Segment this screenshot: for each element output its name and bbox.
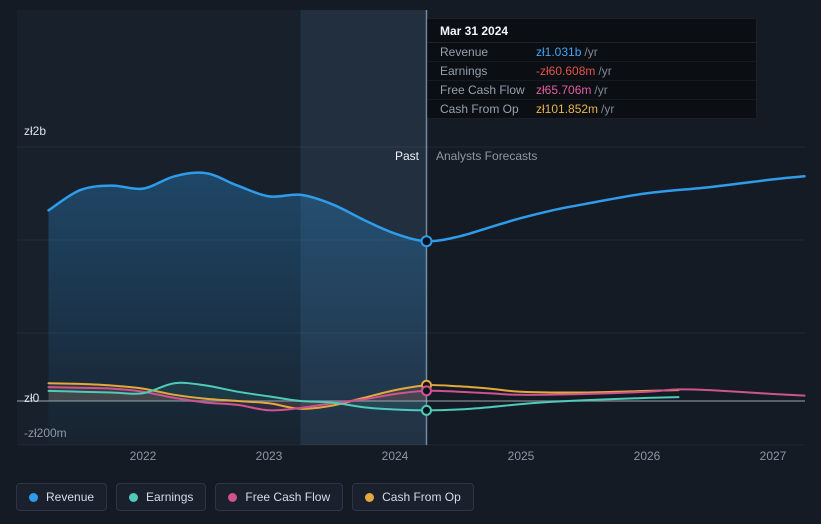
tooltip-row: Revenue zł1.031b/yr (428, 43, 756, 61)
legend-color-dot (228, 492, 238, 502)
x-axis-tick-2024: 2024 (381, 449, 409, 463)
legend-item-cash-from-op[interactable]: Cash From Op (352, 483, 474, 511)
tooltip-date: Mar 31 2024 (428, 19, 756, 43)
tooltip-rows: Revenue zł1.031b/yr Earnings -zł60.608m/yr F… (428, 43, 756, 118)
legend-item-revenue[interactable]: Revenue (16, 483, 108, 511)
analysts-forecasts-zone-label: Analysts Forecasts (436, 149, 538, 163)
legend-color-dot (129, 492, 139, 502)
x-axis-tick-2025: 2025 (507, 449, 535, 463)
legend-color-dot (365, 492, 375, 502)
x-axis-tick-2022: 2022 (129, 449, 157, 463)
tooltip-row-unit: /yr (594, 83, 608, 97)
x-axis-tick-2027: 2027 (759, 449, 787, 463)
earnings-revenue-history-forecast-chart: { "tooltip": { "date": "Mar 31 2024", "r… (0, 0, 821, 524)
legend-label: Revenue (46, 490, 95, 504)
chart-tooltip: Mar 31 2024 Revenue zł1.031b/yr Earnings -z… (427, 18, 757, 119)
y-axis-label-2b: zł2b (24, 124, 47, 138)
legend-label: Earnings (146, 490, 194, 504)
x-axis-tick-2026: 2026 (633, 449, 661, 463)
tooltip-row-value: zł65.706m (536, 83, 592, 97)
tooltip-row: Free Cash Flow zł65.706m/yr (428, 80, 756, 99)
tooltip-row: Cash From Op zł101.852m/yr (428, 99, 756, 118)
tooltip-row-label: Free Cash Flow (440, 83, 525, 97)
tooltip-row-value: -zł60.608m (536, 64, 596, 78)
x-axis-tick-2023: 2023 (255, 449, 283, 463)
tooltip-row-value: zł1.031b (536, 45, 582, 59)
y-axis-label-neg-200m: -zł200m (24, 426, 67, 440)
legend-color-dot (29, 492, 38, 502)
tooltip-row-unit: /yr (584, 45, 598, 59)
chart-legend: Revenue Earnings Free Cash Flow Cash From O… (16, 483, 474, 511)
tooltip-row-label: Revenue (440, 45, 489, 59)
legend-label: Free Cash Flow (245, 490, 331, 504)
tooltip-row-label: Earnings (440, 64, 488, 78)
tooltip-row: Earnings -zł60.608m/yr (428, 61, 756, 80)
legend-label: Cash From Op (382, 490, 461, 504)
tooltip-row-label: Cash From Op (440, 102, 519, 116)
past-zone-label: Past (394, 149, 419, 163)
tooltip-row-value: zł101.852m (536, 102, 599, 116)
legend-item-free-cash-flow[interactable]: Free Cash Flow (215, 483, 344, 511)
tooltip-row-unit: /yr (598, 64, 612, 78)
tooltip-row-unit: /yr (601, 102, 615, 116)
y-axis-label-zero: zł0 (24, 391, 40, 405)
legend-item-earnings[interactable]: Earnings (116, 483, 207, 511)
